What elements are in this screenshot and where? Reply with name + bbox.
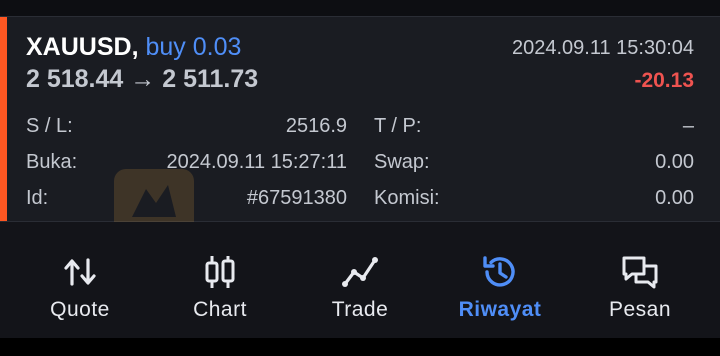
position-accent-bar	[0, 17, 7, 221]
tab-trade[interactable]: Trade	[290, 222, 430, 338]
history-clock-icon	[483, 256, 515, 287]
open-value: 2024.09.11 15:27:11	[166, 151, 347, 173]
symbol: XAUUSD,	[26, 33, 139, 61]
position-card[interactable]: XAUUSD, buy 0.03 2 518.44 → 2 511.73 202…	[0, 17, 720, 241]
candlestick-chart-icon	[205, 256, 235, 288]
top-strip	[0, 0, 720, 17]
tab-history-label: Riwayat	[458, 298, 542, 321]
tab-quote-label: Quote	[50, 298, 110, 321]
tab-messages[interactable]: Pesan	[570, 222, 710, 338]
bottom-strip	[0, 338, 720, 356]
arrow-icon: →	[130, 65, 156, 93]
tab-messages-label: Pesan	[608, 298, 672, 321]
bottom-tab-bar: Quote Chart Trade Riwayat Pesan	[0, 222, 720, 338]
position-profit: -20.13	[634, 69, 694, 92]
tp-label: T / P:	[374, 115, 422, 137]
tab-trade-label: Trade	[331, 298, 389, 321]
open-label: Buka:	[26, 151, 78, 173]
tab-chart-label: Chart	[193, 298, 247, 321]
commission-label: Komisi:	[374, 187, 440, 209]
sl-value: 2516.9	[285, 115, 347, 137]
position-time: 2024.09.11 15:30:04	[511, 37, 694, 59]
tab-history[interactable]: Riwayat	[430, 222, 570, 338]
current-price: 2 511.73	[162, 65, 259, 93]
sl-label: S / L:	[26, 115, 73, 137]
side-volume: buy 0.03	[145, 33, 242, 61]
id-value: #67591380	[246, 187, 347, 209]
commission-value: 0.00	[655, 187, 694, 209]
tab-chart[interactable]: Chart	[150, 222, 290, 338]
position-title: XAUUSD, buy 0.03	[26, 33, 241, 62]
tab-quote[interactable]: Quote	[10, 222, 150, 338]
trade-line-icon	[342, 257, 378, 287]
quote-arrows-icon	[64, 258, 96, 286]
price-line: 2 518.44 → 2 511.73	[26, 65, 258, 94]
messages-icon	[622, 256, 658, 289]
open-price: 2 518.44	[26, 65, 124, 93]
swap-value: 0.00	[655, 151, 694, 173]
id-label: Id:	[26, 187, 49, 209]
swap-label: Swap:	[374, 151, 430, 173]
tp-value: –	[682, 115, 694, 137]
